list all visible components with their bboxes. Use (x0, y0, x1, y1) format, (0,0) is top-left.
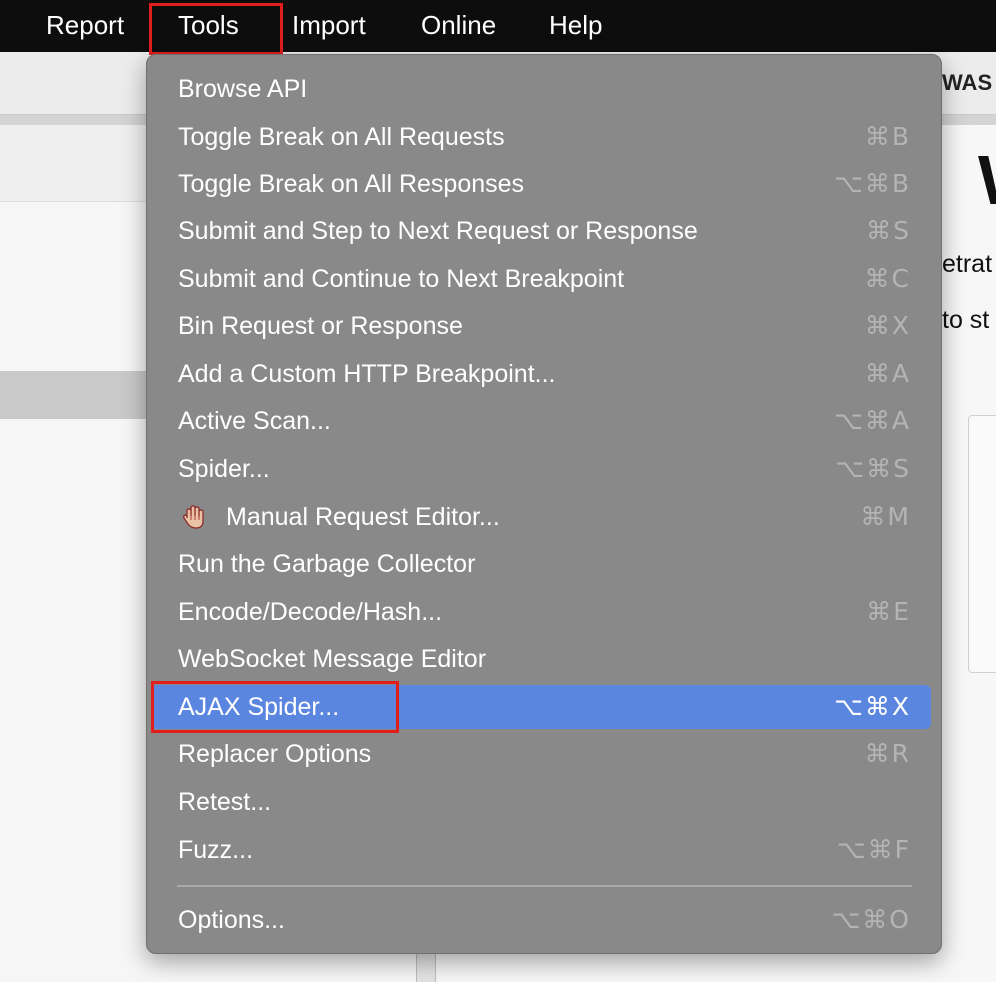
menu-item-label: Toggle Break on All Requests (178, 123, 505, 151)
hand-icon (183, 505, 204, 529)
menu-item-label: Options... (178, 906, 285, 934)
menu-item-toggle-break-on-all-responses[interactable]: Toggle Break on All Responses ⌥⌘B (151, 162, 931, 206)
menu-item-shortcut: ⌘X (864, 311, 911, 340)
menu-item-shortcut: ⌘E (866, 597, 911, 626)
menu-item-label: Replacer Options (178, 740, 372, 768)
menu-item-label: WebSocket Message Editor (178, 645, 487, 673)
menu-item-browse-api[interactable]: Browse API (151, 67, 931, 111)
menu-item-encode-decode-hash[interactable]: Encode/Decode/Hash... ⌘E (151, 590, 931, 634)
menu-item-label: Browse API (178, 75, 308, 103)
menubar-report[interactable]: Report (46, 0, 124, 52)
menu-item-toggle-break-on-all-requests[interactable]: Toggle Break on All Requests ⌘B (151, 115, 931, 159)
menu-item-run-the-garbage-collector[interactable]: Run the Garbage Collector (151, 542, 931, 586)
menu-item-fuzz[interactable]: Fuzz... ⌥⌘F (151, 828, 931, 872)
menu-item-add-a-custom-http-breakpoint[interactable]: Add a Custom HTTP Breakpoint... ⌘A (151, 352, 931, 396)
menu-item-label: Toggle Break on All Responses (178, 170, 525, 198)
menu-item-shortcut: ⌘B (864, 122, 911, 151)
menubar-tools[interactable]: Tools (178, 0, 239, 52)
menu-item-submit-and-continue-to-next-breakpoint[interactable]: Submit and Continue to Next Breakpoint ⌘C (151, 257, 931, 301)
background-heading: W (978, 140, 996, 220)
background-left-panel (0, 125, 150, 982)
tools-menu: Browse API Toggle Break on All Requests ⌘B… (146, 54, 942, 954)
screen: WAS W etrat to st Report Tools Import On… (0, 0, 996, 982)
menu-item-options[interactable]: Options... ⌥⌘O (151, 898, 931, 942)
menu-item-replacer-options[interactable]: Replacer Options ⌘R (151, 732, 931, 776)
menu-item-label: Fuzz... (178, 836, 254, 864)
menu-item-manual-request-editor[interactable]: Manual Request Editor... ⌘M (151, 495, 931, 539)
background-scrollbar[interactable] (416, 952, 436, 982)
menu-bar: Report Tools Import Online Help (0, 0, 996, 52)
menu-item-label: Manual Request Editor... (226, 503, 500, 531)
background-left-splitter (0, 371, 150, 419)
menu-item-shortcut: ⌥⌘B (834, 169, 911, 198)
menu-item-active-scan[interactable]: Active Scan... ⌥⌘A (151, 399, 931, 443)
background-panel-box (968, 415, 996, 673)
menu-item-shortcut: ⌥⌘S (835, 454, 911, 483)
menu-item-shortcut: ⌘A (864, 359, 911, 388)
menu-item-shortcut: ⌘M (860, 502, 911, 531)
background-text-line-2: to st (942, 306, 990, 334)
menu-item-shortcut: ⌥⌘O (831, 905, 911, 934)
menu-item-ajax-spider[interactable]: AJAX Spider... ⌥⌘X (151, 685, 931, 729)
menubar-online[interactable]: Online (421, 0, 496, 52)
menu-item-label: Submit and Continue to Next Breakpoint (178, 265, 625, 293)
menubar-help[interactable]: Help (549, 0, 602, 52)
menu-item-retest[interactable]: Retest... (151, 780, 931, 824)
menu-item-label: Run the Garbage Collector (178, 550, 476, 578)
menu-item-shortcut: ⌥⌘A (834, 406, 911, 435)
menu-item-label: Bin Request or Response (178, 312, 463, 340)
menu-item-shortcut: ⌥⌘F (836, 835, 911, 864)
menu-item-shortcut: ⌘R (864, 739, 911, 768)
menu-item-websocket-message-editor[interactable]: WebSocket Message Editor (151, 637, 931, 681)
menu-item-label: Spider... (178, 455, 270, 483)
menu-item-label: Encode/Decode/Hash... (178, 598, 443, 626)
menu-separator (177, 885, 912, 887)
menu-item-shortcut: ⌘S (866, 216, 911, 245)
menu-item-label: Active Scan... (178, 407, 331, 435)
background-left-header (0, 125, 150, 202)
menubar-import[interactable]: Import (292, 0, 366, 52)
menu-item-spider[interactable]: Spider... ⌥⌘S (151, 447, 931, 491)
menu-item-shortcut: ⌥⌘X (834, 692, 911, 721)
menu-item-label: Add a Custom HTTP Breakpoint... (178, 360, 556, 388)
menu-item-bin-request-or-response[interactable]: Bin Request or Response ⌘X (151, 304, 931, 348)
background-toolbar-text: WAS (942, 70, 993, 95)
menu-item-label: Retest... (178, 788, 272, 816)
menu-item-submit-and-step-to-next-request-or-response[interactable]: Submit and Step to Next Request or Respo… (151, 209, 931, 253)
background-text-line-1: etrat (942, 250, 993, 278)
menu-item-label: Submit and Step to Next Request or Respo… (178, 217, 698, 245)
menu-item-label: AJAX Spider... (178, 693, 340, 721)
menu-item-shortcut: ⌘C (864, 264, 911, 293)
